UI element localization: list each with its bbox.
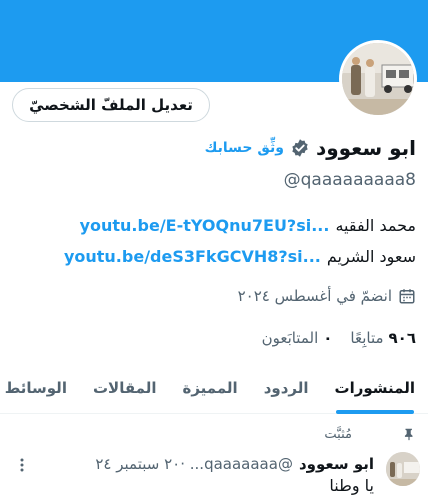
following-link[interactable]: ٩٠٦ متابِعًا	[350, 329, 416, 347]
followers-label: المتابَعون	[261, 329, 319, 347]
following-count: ٩٠٦	[388, 329, 416, 347]
tweet-author-name[interactable]: ابو سعوود	[299, 455, 374, 473]
verify-account-link[interactable]: وثِّق حسابك	[205, 140, 284, 156]
calendar-icon	[399, 289, 415, 304]
edit-profile-button[interactable]: تعديل الملفّ الشخصيّ	[12, 88, 210, 122]
profile-handle: @qaaaaaaaaa8	[283, 170, 416, 190]
tweet-meta: @qaaaaaaa... ·٢٠ سبتمبر ٢٤	[95, 455, 293, 473]
follow-stats: ٩٠٦ متابِعًا ٠ المتابَعون	[262, 326, 416, 350]
tweet-author-avatar[interactable]	[386, 452, 420, 486]
verified-badge-icon[interactable]	[290, 138, 310, 158]
bio-link[interactable]: youtu.be/E-tYOQnu7EU?si...	[80, 216, 330, 235]
joined-date-text: انضمّ في أغسطس ٢٠٢٤	[237, 287, 392, 305]
tab-posts[interactable]: المنشورات	[322, 362, 428, 414]
avatar-photo	[342, 43, 414, 115]
bio-line-1: محمد الفقيه youtu.be/E-tYOQnu7EU?si...	[80, 212, 416, 238]
profile-name-row: ابو سعوود وثِّق حسابك	[205, 134, 416, 162]
pin-icon	[404, 428, 413, 441]
tab-media[interactable]: الوسائط	[0, 362, 80, 414]
followers-link[interactable]: ٠ المتابَعون	[262, 329, 333, 347]
tweet-text: يا وطنا	[329, 476, 374, 495]
more-options-icon[interactable]	[14, 458, 30, 472]
display-name: ابو سعوود	[315, 136, 416, 160]
bio-label: سعود الشريم	[326, 246, 416, 266]
bio-link[interactable]: youtu.be/deS3FkGCVH8?si...	[64, 247, 321, 266]
tab-replies[interactable]: الردود	[251, 362, 322, 414]
tweet-header: ابو سعوود @qaaaaaaa... ·٢٠ سبتمبر ٢٤	[95, 452, 374, 476]
tab-highlights[interactable]: المميزة	[169, 362, 250, 414]
profile-avatar[interactable]	[339, 40, 417, 118]
joined-date-row: انضمّ في أغسطس ٢٠٢٤	[238, 284, 416, 308]
bio-label: محمد الفقيه	[335, 215, 416, 235]
profile-tabs: المنشورات الردود المميزة المقالات الوسائ…	[0, 362, 428, 414]
pinned-label: مُثبَّت	[324, 426, 352, 442]
tab-articles[interactable]: المقالات	[80, 362, 170, 414]
following-label: متابِعًا	[350, 329, 384, 347]
followers-count: ٠	[323, 329, 333, 347]
bio-line-2: سعود الشريم youtu.be/deS3FkGCVH8?si...	[64, 243, 416, 269]
pinned-indicator: مُثبَّت	[324, 424, 416, 444]
avatar-photo	[386, 452, 420, 486]
